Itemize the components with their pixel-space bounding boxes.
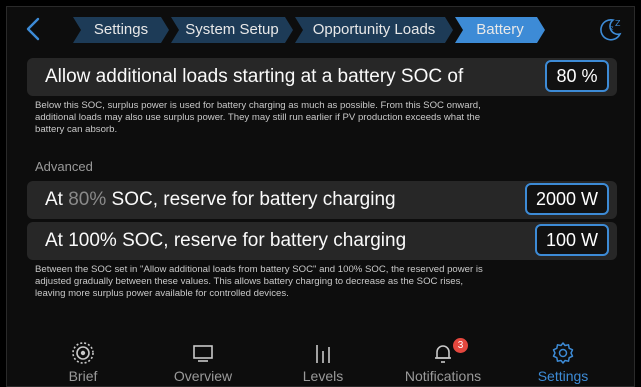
nav-label: Overview xyxy=(173,368,233,384)
breadcrumb-settings[interactable]: Settings xyxy=(73,17,169,43)
nav-overview[interactable]: Overview xyxy=(143,337,263,387)
breadcrumb-battery[interactable]: Battery xyxy=(455,17,545,43)
reserve-at-full-row: At 100% SOC, reserve for battery chargin… xyxy=(27,222,617,260)
advanced-section-title: Advanced xyxy=(35,159,93,174)
soc-threshold-label: Allow additional loads starting at a bat… xyxy=(45,66,464,87)
soc-threshold-description: Below this SOC, surplus power is used fo… xyxy=(35,100,481,136)
nav-label: Levels xyxy=(302,368,344,384)
breadcrumb-label: Opportunity Loads xyxy=(312,21,436,38)
reserve-at-threshold-label: At 80% SOC, reserve for battery charging xyxy=(45,189,396,211)
bell-icon xyxy=(431,341,455,370)
nav-brief[interactable]: Brief xyxy=(23,337,143,387)
top-bar: Settings System Setup Opportunity Loads … xyxy=(7,7,636,51)
reserve-prefix: At xyxy=(45,189,69,210)
notification-badge: 3 xyxy=(453,338,468,353)
nav-label: Settings xyxy=(537,368,589,384)
gear-icon xyxy=(551,341,575,370)
advanced-description: Between the SOC set in "Allow additional… xyxy=(35,264,483,300)
reserve-suffix: SOC, reserve for battery charging xyxy=(106,189,396,210)
reserve-at-full-label: At 100% SOC, reserve for battery chargin… xyxy=(45,230,407,251)
breadcrumb-label: Battery xyxy=(476,21,524,38)
back-chevron-icon[interactable] xyxy=(23,17,45,41)
svg-text:z: z xyxy=(610,24,614,32)
reserve-at-threshold-row: At 80% SOC, reserve for battery charging… xyxy=(27,181,617,219)
breadcrumb-label: Settings xyxy=(93,21,149,38)
app-frame: Settings System Setup Opportunity Loads … xyxy=(6,6,635,387)
soc-threshold-row: Allow additional loads starting at a bat… xyxy=(27,58,617,96)
nav-settings[interactable]: Settings xyxy=(503,337,623,387)
breadcrumb-opportunity-loads[interactable]: Opportunity Loads xyxy=(295,17,453,43)
reserve-at-full-value[interactable]: 100 W xyxy=(535,224,609,256)
levels-icon xyxy=(311,341,335,370)
nav-label: Notifications xyxy=(404,368,482,384)
breadcrumb-label: System Setup xyxy=(185,21,279,38)
brief-ring-icon xyxy=(71,341,95,370)
nav-label: Brief xyxy=(68,368,98,384)
breadcrumb: Settings System Setup Opportunity Loads … xyxy=(73,17,545,43)
breadcrumb-system-setup[interactable]: System Setup xyxy=(171,17,293,43)
soc-threshold-value[interactable]: 80 % xyxy=(545,60,609,92)
reserve-soc-value: 80% xyxy=(68,189,107,210)
nav-notifications[interactable]: 3 Notifications xyxy=(383,337,503,387)
nav-levels[interactable]: Levels xyxy=(263,337,383,387)
overview-icon xyxy=(191,341,215,370)
reserve-at-threshold-value[interactable]: 2000 W xyxy=(525,183,609,215)
moon-zz-icon[interactable]: z Z xyxy=(598,17,624,41)
svg-text:Z: Z xyxy=(615,19,621,28)
bottom-nav: Brief Overview Levels 3 Notifications Se… xyxy=(7,337,636,387)
